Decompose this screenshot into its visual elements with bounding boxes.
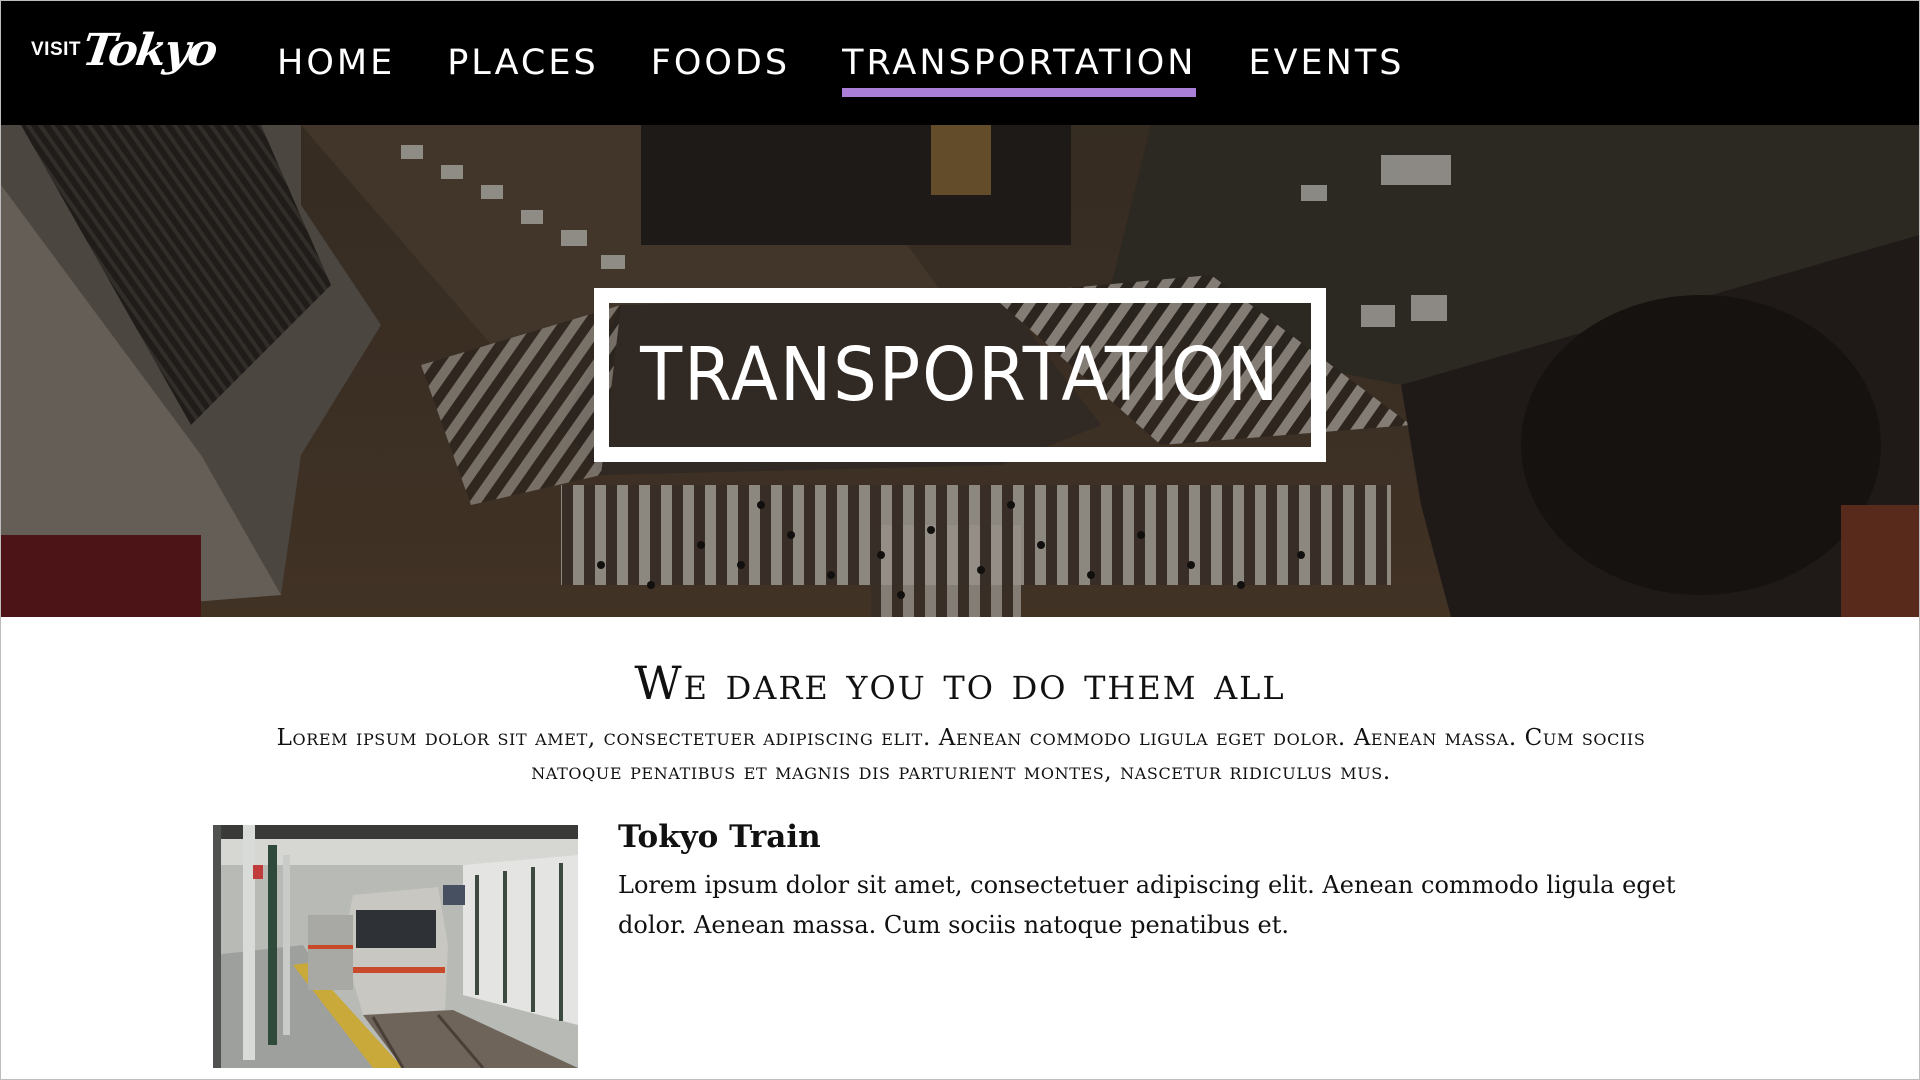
section-intro: Lorem ipsum dolor sit amet, consectetuer… bbox=[276, 725, 1646, 785]
nav-item-home[interactable]: HOME bbox=[277, 43, 395, 93]
card-title[interactable]: Tokyo Train bbox=[618, 819, 821, 855]
hero-title: TRANSPORTATION bbox=[639, 332, 1281, 418]
nav-menu: HOME PLACES FOODS TRANSPORTATION EVENTS bbox=[277, 43, 1456, 97]
train-photo bbox=[213, 825, 578, 1068]
section-heading: We dare you to do them all bbox=[634, 656, 1286, 710]
card-text: Lorem ipsum dolor sit amet, consectetuer… bbox=[618, 871, 1676, 939]
nav-item-foods[interactable]: FOODS bbox=[651, 43, 790, 93]
nav-item-events[interactable]: EVENTS bbox=[1248, 43, 1404, 93]
nav-item-transportation[interactable]: TRANSPORTATION bbox=[842, 43, 1197, 97]
train-image bbox=[213, 825, 578, 1068]
hero-banner: TRANSPORTATION bbox=[1, 125, 1919, 617]
navbar: VISIT Tokyo HOME PLACES FOODS TRANSPORTA… bbox=[1, 1, 1919, 125]
site-logo[interactable]: VISIT Tokyo bbox=[31, 25, 219, 101]
page: VISIT Tokyo HOME PLACES FOODS TRANSPORTA… bbox=[0, 0, 1920, 1080]
logo-prefix: VISIT bbox=[31, 39, 82, 60]
nav-item-places[interactable]: PLACES bbox=[447, 43, 599, 93]
logo-script: Tokyo bbox=[79, 25, 220, 76]
hero-title-box: TRANSPORTATION bbox=[594, 288, 1326, 462]
